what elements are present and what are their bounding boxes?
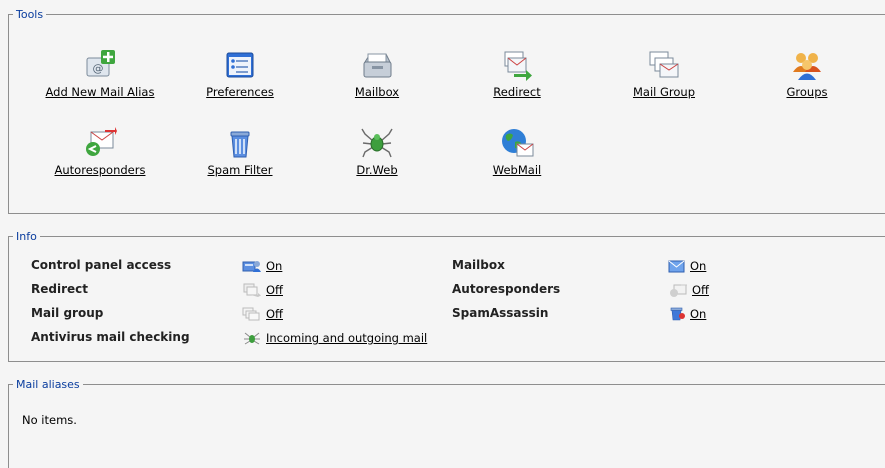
tool-label[interactable]: Dr.Web <box>356 163 397 177</box>
info-label-autoresponders: Autoresponders <box>452 282 561 296</box>
tool-mailbox[interactable]: Mailbox <box>307 48 447 99</box>
spam-filter-icon <box>223 126 257 160</box>
tools-legend: Tools <box>16 8 44 21</box>
info-label-mailbox: Mailbox <box>452 258 505 272</box>
webmail-icon <box>500 126 534 160</box>
redirect-status-link[interactable]: Off <box>266 283 283 297</box>
add-mail-alias-icon: @ <box>83 48 117 82</box>
mailbox-icon <box>360 48 394 82</box>
tool-groups[interactable]: Groups <box>737 48 877 99</box>
tool-label[interactable]: Mailbox <box>355 85 399 99</box>
tool-preferences[interactable]: Preferences <box>170 48 310 99</box>
groups-icon <box>790 48 824 82</box>
tool-label[interactable]: Add New Mail Alias <box>46 85 155 99</box>
tool-label[interactable]: Autoresponders <box>55 163 146 177</box>
svg-text:@: @ <box>93 62 104 75</box>
tool-drweb[interactable]: Dr.Web <box>307 126 447 177</box>
tool-add-new-mail-alias[interactable]: @ Add New Mail Alias <box>30 48 170 99</box>
info-value-antivirus: Incoming and outgoing mail <box>242 331 427 345</box>
info-value-spamassassin: On <box>668 307 706 321</box>
antivirus-spider-icon <box>244 332 260 345</box>
info-value-mail-group: Off <box>242 307 283 321</box>
mailbox-status-icon <box>668 260 685 273</box>
info-value-redirect: Off <box>242 283 283 297</box>
mail-group-icon <box>647 48 681 82</box>
autoresponders-status-link[interactable]: Off <box>692 283 709 297</box>
info-value-control-panel-access: On <box>242 259 282 273</box>
mail-aliases-section: Mail aliases <box>8 378 885 468</box>
antivirus-status-link[interactable]: Incoming and outgoing mail <box>266 331 427 345</box>
spamassassin-status-link[interactable]: On <box>690 307 706 321</box>
mail-group-status-link[interactable]: Off <box>266 307 283 321</box>
preferences-icon <box>223 48 257 82</box>
info-label-antivirus: Antivirus mail checking <box>31 330 190 344</box>
redirect-icon <box>500 48 534 82</box>
tool-label[interactable]: Mail Group <box>633 85 695 99</box>
autoresponders-icon <box>83 126 117 160</box>
mail-aliases-legend: Mail aliases <box>16 378 80 391</box>
tool-webmail[interactable]: WebMail <box>447 126 587 177</box>
info-label-mail-group: Mail group <box>31 306 104 320</box>
tool-label[interactable]: Groups <box>786 85 827 99</box>
tool-label[interactable]: WebMail <box>493 163 541 177</box>
tool-autoresponders[interactable]: Autoresponders <box>30 126 170 177</box>
tool-label[interactable]: Preferences <box>206 85 274 99</box>
control-panel-access-link[interactable]: On <box>266 259 282 273</box>
empty-list-message: No items. <box>22 413 77 427</box>
info-label-control-panel-access: Control panel access <box>31 258 172 272</box>
spamassassin-icon <box>670 307 685 321</box>
control-panel-icon <box>242 261 261 272</box>
mailbox-status-link[interactable]: On <box>690 259 706 273</box>
tools-section: Tools <box>8 8 885 214</box>
mail-group-off-icon <box>242 307 260 321</box>
drweb-icon <box>360 126 394 160</box>
info-value-mailbox: On <box>668 259 706 273</box>
info-value-autoresponders: Off <box>668 283 709 297</box>
tool-label[interactable]: Spam Filter <box>208 163 273 177</box>
autoresponders-off-icon <box>670 284 687 297</box>
tool-redirect[interactable]: Redirect <box>447 48 587 99</box>
tool-mail-group[interactable]: Mail Group <box>594 48 734 99</box>
redirect-off-icon <box>243 283 261 297</box>
tool-label[interactable]: Redirect <box>493 85 540 99</box>
info-label-spamassassin: SpamAssassin <box>452 306 549 320</box>
info-label-redirect: Redirect <box>31 282 88 296</box>
info-legend: Info <box>16 230 37 243</box>
tool-spam-filter[interactable]: Spam Filter <box>170 126 310 177</box>
